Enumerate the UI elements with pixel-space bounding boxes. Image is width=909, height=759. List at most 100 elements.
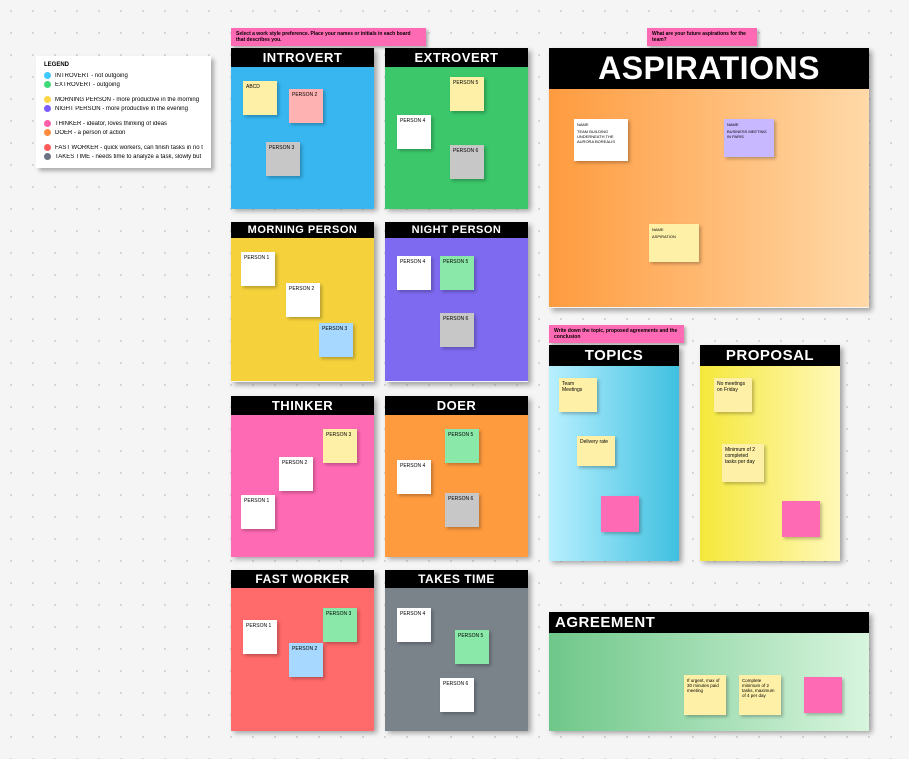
note-text: ASPIRATION bbox=[652, 234, 696, 239]
legend-text: TAKES TIME - needs time to analyze a tas… bbox=[55, 154, 203, 160]
sticky-note[interactable]: PERSON 2 bbox=[286, 283, 320, 317]
label-aspirations[interactable]: What are your future aspirations for the… bbox=[647, 28, 757, 46]
board-body[interactable]: NAME TEAM BUILDING UNDERNEATH THE AURORA… bbox=[549, 89, 869, 307]
sticky-note[interactable]: PERSON 2 bbox=[289, 643, 323, 677]
legend-text: NIGHT PERSON - more productive in the ev… bbox=[55, 106, 188, 112]
sticky-note[interactable]: PERSON 1 bbox=[241, 252, 275, 286]
board-topics[interactable]: TOPICS Team Meetings Delivery rate bbox=[549, 345, 679, 560]
dot-icon bbox=[44, 153, 51, 160]
sticky-note-empty[interactable] bbox=[804, 677, 842, 713]
sticky-note[interactable]: PERSON 5 bbox=[440, 256, 474, 290]
sticky-note[interactable]: PERSON 1 bbox=[241, 495, 275, 529]
sticky-note[interactable]: PERSON 1 bbox=[243, 620, 277, 654]
sticky-note[interactable]: NAME ASPIRATION bbox=[649, 224, 699, 262]
board-body[interactable]: ABCD PERSON 2 PERSON 3 bbox=[231, 67, 374, 209]
note-name: NAME bbox=[727, 122, 739, 127]
label-agreements[interactable]: Write down the topic, proposed agreement… bbox=[549, 325, 684, 343]
sticky-note[interactable]: PERSON 6 bbox=[450, 145, 484, 179]
board-body[interactable]: PERSON 4 PERSON 5 PERSON 6 bbox=[385, 588, 528, 731]
sticky-note[interactable]: PERSON 2 bbox=[279, 457, 313, 491]
sticky-note[interactable]: PERSON 3 bbox=[323, 429, 357, 463]
board-title: ASPIRATIONS bbox=[549, 48, 869, 89]
sticky-note[interactable]: PERSON 4 bbox=[397, 608, 431, 642]
sticky-note[interactable]: PERSON 5 bbox=[445, 429, 479, 463]
sticky-note[interactable]: PERSON 5 bbox=[455, 630, 489, 664]
sticky-note[interactable]: Delivery rate bbox=[577, 436, 615, 466]
board-introvert[interactable]: INTROVERT ABCD PERSON 2 PERSON 3 bbox=[231, 48, 374, 208]
dot-icon bbox=[44, 144, 51, 151]
board-title: DOER bbox=[385, 396, 528, 415]
label-workstyle[interactable]: Select a work style preference. Place yo… bbox=[231, 28, 426, 46]
sticky-note[interactable]: PERSON 4 bbox=[397, 460, 431, 494]
sticky-note[interactable]: PERSON 3 bbox=[266, 142, 300, 176]
dot-icon bbox=[44, 129, 51, 136]
legend-text: THINKER - ideator, loves thinking of ide… bbox=[55, 121, 167, 127]
sticky-note[interactable]: Team Meetings bbox=[559, 378, 597, 412]
board-morning[interactable]: MORNING PERSON PERSON 1 PERSON 2 PERSON … bbox=[231, 222, 374, 382]
legend-row: MORNING PERSON - more productive in the … bbox=[44, 96, 203, 103]
sticky-note[interactable]: PERSON 4 bbox=[397, 256, 431, 290]
board-body[interactable]: PERSON 3 PERSON 2 PERSON 1 bbox=[231, 415, 374, 557]
board-body[interactable]: PERSON 3 PERSON 1 PERSON 2 bbox=[231, 588, 374, 731]
legend-panel: LEGEND INTROVERT - not outgoing EXTROVER… bbox=[36, 56, 211, 168]
legend-row: EXTROVERT - outgoing bbox=[44, 81, 203, 88]
sticky-note[interactable]: NAME BUSINESS MEETING IN PARIS bbox=[724, 119, 774, 157]
board-body[interactable]: PERSON 5 PERSON 4 PERSON 6 bbox=[385, 415, 528, 557]
board-night[interactable]: NIGHT PERSON PERSON 4 PERSON 5 PERSON 6 bbox=[385, 222, 528, 382]
board-extrovert[interactable]: EXTROVERT PERSON 5 PERSON 4 PERSON 6 bbox=[385, 48, 528, 208]
sticky-note[interactable]: Minimum of 2 completed tasks per day bbox=[722, 444, 764, 482]
board-fast-worker[interactable]: FAST WORKER PERSON 3 PERSON 1 PERSON 2 bbox=[231, 570, 374, 730]
legend-title: LEGEND bbox=[44, 62, 203, 68]
sticky-note[interactable]: PERSON 6 bbox=[445, 493, 479, 527]
note-text: BUSINESS MEETING IN PARIS bbox=[727, 129, 771, 139]
legend-text: EXTROVERT - outgoing bbox=[55, 82, 120, 88]
sticky-note[interactable]: PERSON 4 bbox=[397, 115, 431, 149]
legend-row: THINKER - ideator, loves thinking of ide… bbox=[44, 120, 203, 127]
board-thinker[interactable]: THINKER PERSON 3 PERSON 2 PERSON 1 bbox=[231, 396, 374, 556]
dot-icon bbox=[44, 105, 51, 112]
board-body[interactable]: PERSON 5 PERSON 4 PERSON 6 bbox=[385, 67, 528, 209]
board-proposal[interactable]: PROPOSAL No meetings on Friday Minimum o… bbox=[700, 345, 840, 560]
board-takes-time[interactable]: TAKES TIME PERSON 4 PERSON 5 PERSON 6 bbox=[385, 570, 528, 730]
legend-row: INTROVERT - not outgoing bbox=[44, 72, 203, 79]
sticky-note-empty[interactable] bbox=[782, 501, 820, 537]
board-body[interactable]: PERSON 1 PERSON 2 PERSON 3 bbox=[231, 238, 374, 381]
sticky-note[interactable]: PERSON 6 bbox=[440, 678, 474, 712]
sticky-note[interactable]: PERSON 3 bbox=[323, 608, 357, 642]
dot-icon bbox=[44, 72, 51, 79]
board-title: FAST WORKER bbox=[231, 570, 374, 588]
board-title: MORNING PERSON bbox=[231, 222, 374, 238]
board-title: TOPICS bbox=[549, 345, 679, 366]
legend-text: INTROVERT - not outgoing bbox=[55, 73, 128, 79]
sticky-note[interactable]: PERSON 5 bbox=[450, 77, 484, 111]
legend-row: DOER - a person of action bbox=[44, 129, 203, 136]
dot-icon bbox=[44, 120, 51, 127]
sticky-note[interactable]: Complete minimum of 2 tasks, maximum of … bbox=[739, 675, 781, 715]
sticky-note[interactable]: ABCD bbox=[243, 81, 277, 115]
board-doer[interactable]: DOER PERSON 5 PERSON 4 PERSON 6 bbox=[385, 396, 528, 556]
board-body[interactable]: PERSON 4 PERSON 5 PERSON 6 bbox=[385, 238, 528, 381]
legend-row: TAKES TIME - needs time to analyze a tas… bbox=[44, 153, 203, 160]
board-body[interactable]: If urgent, max of 30 minutes paid meetin… bbox=[549, 633, 869, 731]
board-aspirations[interactable]: ASPIRATIONS NAME TEAM BUILDING UNDERNEAT… bbox=[549, 48, 869, 308]
legend-row: FAST WORKER - quick workers, can finish … bbox=[44, 144, 203, 151]
board-agreement[interactable]: AGREEMENT If urgent, max of 30 minutes p… bbox=[549, 612, 869, 730]
legend-text: MORNING PERSON - more productive in the … bbox=[55, 97, 199, 103]
sticky-note[interactable]: PERSON 2 bbox=[289, 89, 323, 123]
board-title: NIGHT PERSON bbox=[385, 222, 528, 238]
sticky-note-empty[interactable] bbox=[601, 496, 639, 532]
board-title: EXTROVERT bbox=[385, 48, 528, 67]
sticky-note[interactable]: If urgent, max of 30 minutes paid meetin… bbox=[684, 675, 726, 715]
legend-text: FAST WORKER - quick workers, can finish … bbox=[55, 145, 203, 151]
note-name: NAME bbox=[652, 227, 664, 232]
note-name: NAME bbox=[577, 122, 589, 127]
board-title: THINKER bbox=[231, 396, 374, 415]
board-title: PROPOSAL bbox=[700, 345, 840, 366]
sticky-note[interactable]: No meetings on Friday bbox=[714, 378, 752, 412]
sticky-note[interactable]: PERSON 3 bbox=[319, 323, 353, 357]
board-body[interactable]: No meetings on Friday Minimum of 2 compl… bbox=[700, 366, 840, 561]
dot-icon bbox=[44, 96, 51, 103]
board-body[interactable]: Team Meetings Delivery rate bbox=[549, 366, 679, 561]
sticky-note[interactable]: NAME TEAM BUILDING UNDERNEATH THE AURORA… bbox=[574, 119, 628, 161]
sticky-note[interactable]: PERSON 6 bbox=[440, 313, 474, 347]
